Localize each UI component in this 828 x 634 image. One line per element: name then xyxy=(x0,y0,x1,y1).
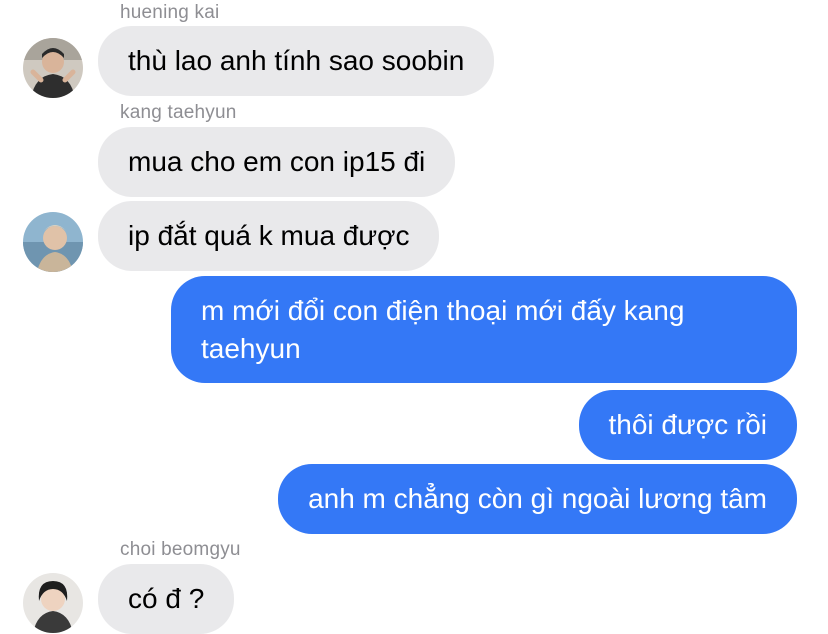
avatar-photo-icon xyxy=(23,212,83,272)
sender-name-kang-taehyun: kang taehyun xyxy=(120,102,237,123)
avatar-photo-icon xyxy=(23,38,83,98)
avatar-huening-kai[interactable] xyxy=(23,38,83,98)
avatar-photo-icon xyxy=(23,573,83,633)
message-bubble-incoming[interactable]: mua cho em con ip15 đi xyxy=(98,127,456,197)
message-bubble-outgoing[interactable]: anh m chẳng còn gì ngoài lương tâm xyxy=(278,464,797,534)
message-bubble-incoming[interactable]: thù lao anh tính sao soobin xyxy=(98,26,495,96)
message-bubble-incoming[interactable]: có đ ? xyxy=(98,564,235,634)
message-bubble-incoming[interactable]: ip đắt quá k mua được xyxy=(98,201,440,271)
message-bubble-outgoing[interactable]: thôi được rồi xyxy=(578,390,797,460)
sender-name-choi-beomgyu: choi beomgyu xyxy=(120,539,241,560)
avatar-choi-beomgyu[interactable] xyxy=(23,573,83,633)
sender-name-huening-kai: huening kai xyxy=(120,2,220,23)
avatar-kang-taehyun[interactable] xyxy=(23,212,83,272)
message-bubble-outgoing[interactable]: m mới đổi con điện thoại mới đấy kang ta… xyxy=(171,276,797,383)
